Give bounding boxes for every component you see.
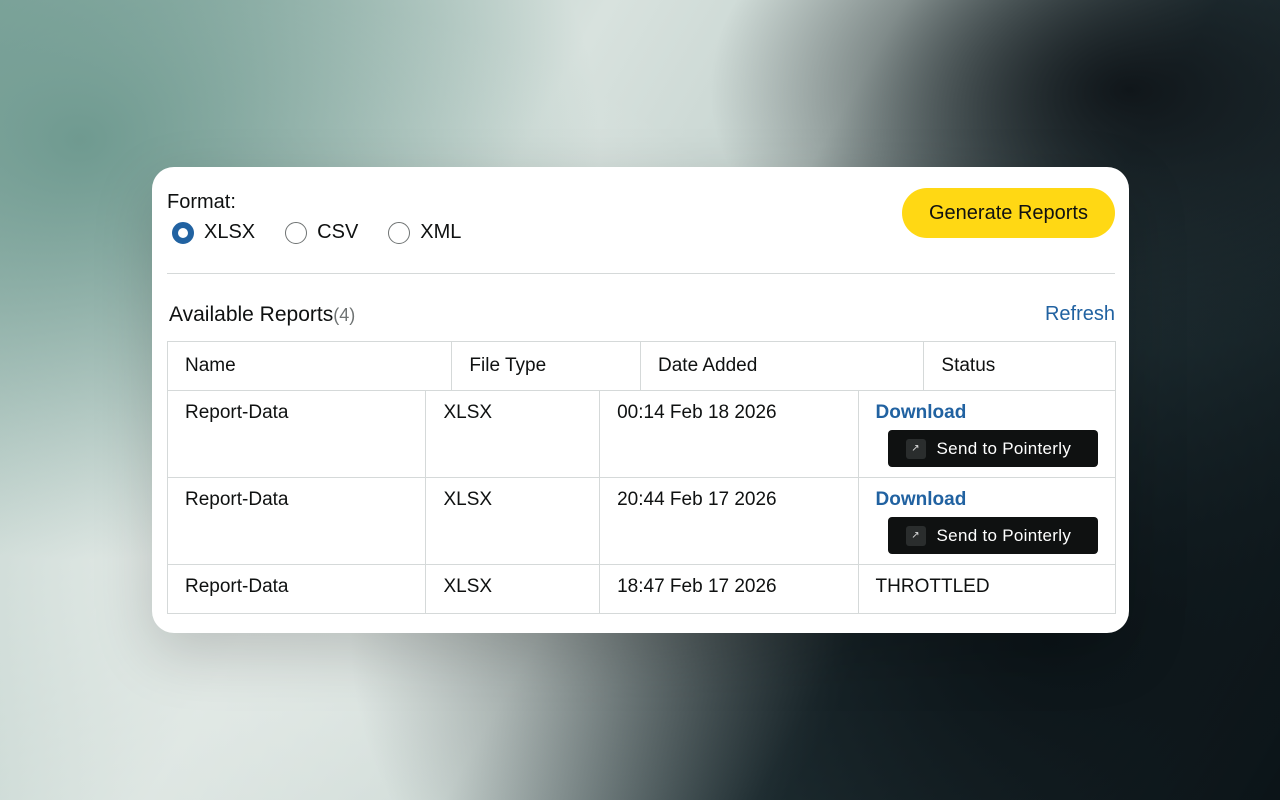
cell-status-text: THROTTLED <box>875 576 990 597</box>
available-reports-title: Available Reports(4) <box>169 303 355 327</box>
radio-selected-icon[interactable] <box>172 221 194 244</box>
format-radio-xml[interactable]: XML <box>388 221 461 244</box>
download-link[interactable]: Download <box>876 402 967 424</box>
pointerly-logo-icon: ↗ <box>905 525 926 546</box>
refresh-link[interactable]: Refresh <box>1045 303 1115 326</box>
table-row: Report-Data XLSX 00:14 Feb 18 2026 Downl… <box>167 391 1116 478</box>
cell-date-added: 18:47 Feb 17 2026 <box>600 565 859 613</box>
table-row: Report-Data XLSX 18:47 Feb 17 2026 THROT… <box>167 565 1116 614</box>
format-radio-xlsx[interactable]: XLSX <box>172 221 255 244</box>
download-link[interactable]: Download <box>876 489 967 511</box>
cell-file-type: XLSX <box>426 565 601 613</box>
cell-file-type: XLSX <box>426 391 601 477</box>
cell-status: Download ↗ Send to Pointerly <box>859 391 1115 477</box>
table-header: Name File Type Date Added Status <box>167 341 1116 391</box>
radio-icon[interactable] <box>388 221 411 244</box>
send-button-label: Send to Pointerly <box>936 438 1072 458</box>
send-to-pointerly-button[interactable]: ↗ Send to Pointerly <box>887 517 1098 554</box>
radio-icon[interactable] <box>285 221 308 244</box>
reports-card: Format: XLSX CSV XML Generate Reports Av… <box>152 167 1129 633</box>
column-header-status[interactable]: Status <box>924 342 1115 390</box>
cell-status: Download ↗ Send to Pointerly <box>859 478 1115 564</box>
report-count: (4) <box>333 305 356 325</box>
available-reports-label: Available Reports <box>169 303 334 326</box>
column-header-file-type[interactable]: File Type <box>452 342 641 390</box>
send-button-label: Send to Pointerly <box>936 525 1072 545</box>
table-body: Report-Data XLSX 00:14 Feb 18 2026 Downl… <box>167 391 1116 614</box>
format-option-label: XML <box>420 221 462 243</box>
column-header-name[interactable]: Name <box>168 342 453 390</box>
format-radio-group: XLSX CSV XML <box>172 221 491 244</box>
cell-name: Report-Data <box>168 565 427 613</box>
format-option-label: XLSX <box>204 221 256 243</box>
cell-date-added: 00:14 Feb 18 2026 <box>600 391 859 477</box>
cell-name: Report-Data <box>168 391 427 477</box>
cell-date-added: 20:44 Feb 17 2026 <box>600 478 859 564</box>
column-header-date-added[interactable]: Date Added <box>641 342 925 390</box>
format-label: Format: <box>167 191 236 213</box>
cell-file-type: XLSX <box>426 478 601 564</box>
cell-name: Report-Data <box>168 478 427 564</box>
format-radio-csv[interactable]: CSV <box>285 221 358 244</box>
generate-reports-button[interactable]: Generate Reports <box>902 188 1115 238</box>
table-row: Report-Data XLSX 20:44 Feb 17 2026 Downl… <box>167 478 1116 565</box>
send-to-pointerly-button[interactable]: ↗ Send to Pointerly <box>887 430 1098 467</box>
format-option-label: CSV <box>317 221 359 243</box>
divider <box>167 273 1115 274</box>
pointerly-logo-icon: ↗ <box>905 438 926 459</box>
